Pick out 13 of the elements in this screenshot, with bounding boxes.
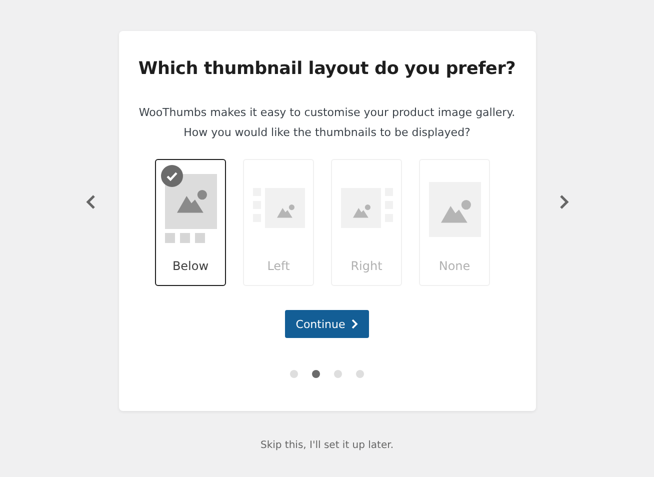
step-dot[interactable]	[290, 370, 298, 378]
previous-button[interactable]	[84, 193, 98, 211]
checkmark-icon	[161, 165, 183, 187]
step-dot[interactable]	[356, 370, 364, 378]
skip-link[interactable]: Skip this, I'll set it up later.	[0, 440, 654, 451]
layout-preview-drawing	[164, 174, 216, 244]
step-dot[interactable]	[312, 370, 320, 378]
description-text: WooThumbs makes it easy to customise your product image gallery. How you would like the thumbnails to be displayed?	[138, 105, 516, 141]
dialog-title: Which thumbnail layout do you prefer?	[138, 59, 516, 79]
layout-option[interactable]: Below	[155, 159, 226, 286]
step-dot[interactable]	[334, 370, 342, 378]
continue-button[interactable]: Continue	[284, 310, 370, 338]
chevron-right-icon	[351, 319, 358, 329]
